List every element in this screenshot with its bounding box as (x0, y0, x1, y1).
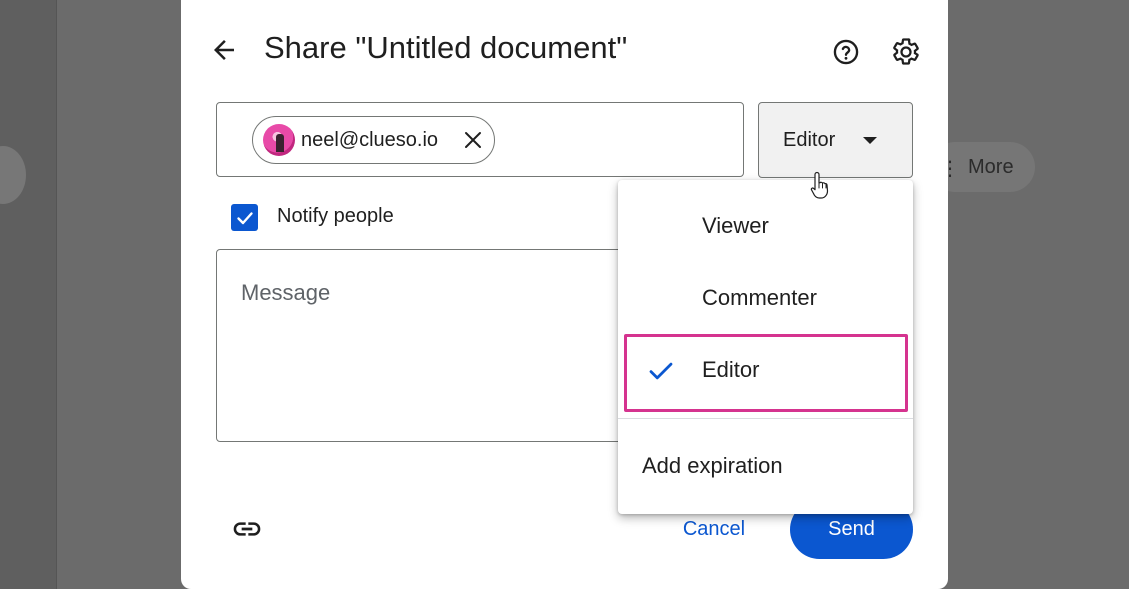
menu-item-label: Viewer (702, 213, 769, 238)
recipient-avatar (263, 124, 295, 156)
help-button[interactable] (830, 36, 862, 68)
settings-button[interactable] (890, 36, 922, 68)
menu-item-label: Add expiration (642, 453, 783, 478)
role-menu: Viewer Commenter Editor Add expiration (618, 180, 913, 514)
notify-people-checkbox[interactable] (231, 204, 258, 231)
message-textarea[interactable]: Message (216, 249, 656, 442)
menu-item-commenter[interactable]: Commenter (618, 262, 913, 334)
copy-link-button[interactable] (230, 512, 264, 546)
role-select[interactable]: Editor (758, 102, 913, 178)
gear-icon (893, 38, 919, 65)
link-icon (233, 522, 261, 536)
background-more-label: More (968, 155, 1014, 178)
background-avatar (0, 146, 26, 204)
help-icon (833, 39, 859, 65)
arrow-back-icon (214, 40, 234, 60)
back-button[interactable] (206, 32, 242, 68)
menu-divider (618, 418, 913, 419)
menu-item-add-expiration[interactable]: Add expiration (618, 430, 913, 502)
check-icon (236, 211, 253, 224)
close-icon (465, 132, 481, 148)
dialog-title: Share "Untitled document" (264, 30, 628, 65)
selection-highlight-box (624, 334, 908, 412)
notify-people-label[interactable]: Notify people (277, 205, 394, 228)
hand-cursor-icon (810, 171, 829, 199)
menu-item-label: Commenter (702, 285, 817, 310)
role-select-value: Editor (783, 128, 836, 151)
recipient-email: neel@clueso.io (301, 128, 439, 151)
caret-down-icon (863, 137, 877, 144)
recipient-chip[interactable]: neel@clueso.io (252, 116, 495, 164)
menu-item-viewer[interactable]: Viewer (618, 190, 913, 262)
message-placeholder: Message (241, 280, 331, 305)
remove-recipient-button[interactable] (460, 127, 486, 153)
